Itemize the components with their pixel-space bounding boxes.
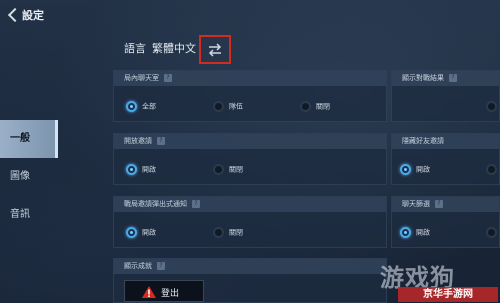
help-icon[interactable]: ? (164, 74, 172, 82)
panel-title: 顯示成就 (124, 262, 152, 270)
panel-header: 聊天篩選? (392, 197, 499, 212)
help-icon[interactable]: ? (192, 200, 200, 208)
radio-option-off[interactable] (486, 164, 500, 175)
radio-option-all[interactable]: 全部 (126, 101, 156, 112)
sidebar-item-graphics[interactable]: 圖像 (0, 158, 58, 196)
logout-label: 登出 (161, 289, 180, 299)
panel-open-invite: 開放邀請? 開啟 關閉 (113, 133, 387, 185)
language-swap-button[interactable] (199, 35, 231, 64)
logout-button[interactable]: 登出 (124, 280, 204, 302)
radio-option-on[interactable]: 開啟 (400, 227, 430, 238)
panel-chat-filter: 聊天篩選? 開啟 (391, 196, 500, 248)
radio-unselected-icon (300, 101, 311, 112)
panel-battle-invite-popup: 戰局邀請彈出式通知? 開啟 關閉 (113, 196, 387, 248)
option-label: 全部 (142, 102, 156, 111)
radio-selected-icon (400, 227, 411, 238)
radio-option-on[interactable]: 開啟 (126, 164, 156, 175)
radio-option-partial[interactable] (486, 101, 500, 112)
warning-triangle-icon (142, 286, 156, 298)
panel-title: 隱藏好友邀請 (402, 137, 444, 145)
radio-selected-icon (126, 101, 137, 112)
top-bar: 設定 (0, 0, 500, 30)
panel-header: 開放邀請? (114, 134, 386, 149)
radio-option-off[interactable]: 關閉 (213, 227, 243, 238)
radio-selected-icon (126, 227, 137, 238)
radio-unselected-icon (486, 164, 497, 175)
radio-unselected-icon (213, 227, 224, 238)
watermark-slogan: 京华手游网 (398, 287, 498, 302)
radio-selected-icon (400, 164, 411, 175)
radio-option-off[interactable] (486, 227, 500, 238)
panel-header: 顯示對戰結果? (392, 71, 499, 86)
radio-option-on[interactable]: 開啟 (126, 227, 156, 238)
panel-title: 開放邀請 (124, 137, 152, 145)
panel-header: 顯示成就? (114, 259, 386, 274)
radio-option-on[interactable]: 開啟 (400, 164, 430, 175)
option-label: 開啟 (142, 165, 156, 174)
panel-chat-in-game: 局內聊天室? 全部 隊伍 關閉 (113, 70, 387, 122)
watermark: 游戏狗 京华手游网 (380, 258, 498, 303)
radio-option-team[interactable]: 隊伍 (213, 101, 243, 112)
panel-title: 顯示對戰結果 (402, 74, 444, 82)
panel-title: 戰局邀請彈出式通知 (124, 200, 187, 208)
option-label: 隊伍 (229, 102, 243, 111)
radio-unselected-icon (486, 101, 497, 112)
language-label: 語言 (124, 42, 146, 55)
option-label: 關閉 (316, 102, 330, 111)
option-label: 開啟 (416, 228, 430, 237)
back-chevron-left-icon[interactable] (6, 7, 20, 23)
radio-unselected-icon (213, 164, 224, 175)
sidebar: 一般 圖像 音訊 (0, 30, 58, 303)
radio-option-off[interactable]: 關閉 (300, 101, 330, 112)
radio-unselected-icon (486, 227, 497, 238)
help-icon[interactable]: ? (435, 200, 443, 208)
panel-show-results: 顯示對戰結果? (391, 70, 500, 122)
language-value: 繁體中文 (152, 42, 196, 55)
option-label: 開啟 (142, 228, 156, 237)
radio-option-off[interactable]: 關閉 (213, 164, 243, 175)
option-label: 開啟 (416, 165, 430, 174)
panel-title: 局內聊天室 (124, 74, 159, 82)
page-title: 設定 (22, 9, 44, 22)
option-label: 關閉 (229, 165, 243, 174)
radio-selected-icon (126, 164, 137, 175)
sidebar-item-audio[interactable]: 音訊 (0, 196, 58, 234)
panel-header: 隱藏好友邀請 (392, 134, 499, 149)
panel-hide-friend-invite: 隱藏好友邀請 開啟 (391, 133, 500, 185)
language-row: 語言 繁體中文 (124, 40, 196, 56)
sidebar-item-general[interactable]: 一般 (0, 120, 58, 158)
swap-arrows-icon (208, 43, 222, 57)
option-label: 關閉 (229, 228, 243, 237)
help-icon[interactable]: ? (157, 262, 165, 270)
help-icon[interactable]: ? (449, 74, 457, 82)
radio-unselected-icon (213, 101, 224, 112)
help-icon[interactable]: ? (157, 137, 165, 145)
panel-title: 聊天篩選 (402, 200, 430, 208)
panel-header: 局內聊天室? (114, 71, 386, 86)
panel-header: 戰局邀請彈出式通知? (114, 197, 386, 212)
